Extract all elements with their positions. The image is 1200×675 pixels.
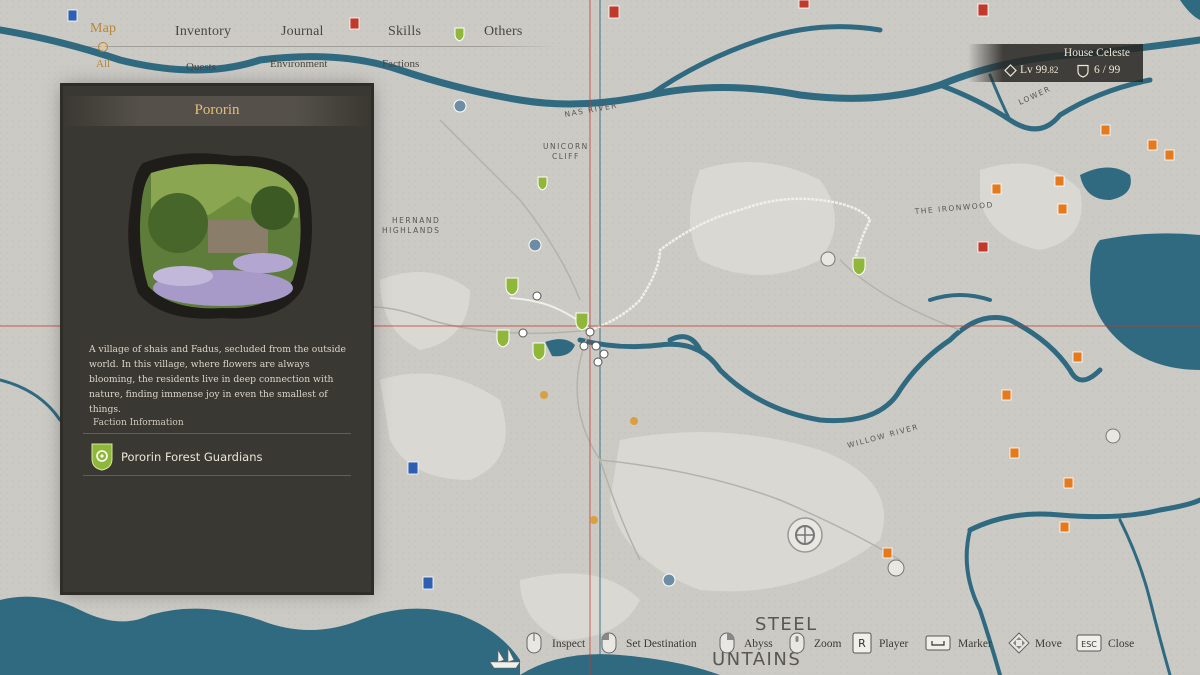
control-hints: Inspect Set Destination Abyss Zoom R Pla… bbox=[520, 632, 1200, 656]
tab-map[interactable]: Map bbox=[90, 21, 116, 37]
hostile-banner-icon bbox=[977, 241, 989, 253]
location-description: A village of shais and Fadus, secluded f… bbox=[89, 344, 346, 415]
location-info-panel: Pororin A village of shais and Fadus, se… bbox=[63, 86, 371, 592]
level-value: 99 bbox=[1035, 64, 1048, 76]
key-label: ESC bbox=[1081, 640, 1097, 649]
hint-label: Player bbox=[879, 638, 909, 650]
tab-journal[interactable]: Journal bbox=[281, 24, 324, 40]
poi-icon bbox=[662, 573, 676, 587]
hint-label: Abyss bbox=[744, 638, 773, 650]
location-title: Pororin bbox=[194, 102, 240, 118]
poi-icon bbox=[528, 238, 542, 252]
faction-shield-icon[interactable] bbox=[575, 312, 589, 331]
faction-name: Pororin Forest Guardians bbox=[121, 450, 263, 464]
faction-info-label: Faction Information bbox=[93, 418, 184, 428]
poi-icon bbox=[1105, 428, 1121, 444]
poi-icon bbox=[630, 417, 638, 425]
waypoint-icon[interactable] bbox=[787, 517, 823, 553]
mouse-icon bbox=[526, 632, 542, 654]
poi-icon bbox=[453, 99, 467, 113]
hint-label: Zoom bbox=[814, 638, 842, 650]
label-hernand: HERNAND bbox=[392, 216, 440, 225]
shield-icon bbox=[1077, 64, 1089, 78]
enemy-banner-icon bbox=[1164, 149, 1175, 161]
enemy-banner-icon bbox=[1063, 477, 1074, 489]
enemy-banner-icon bbox=[882, 547, 893, 559]
enemy-banner-icon bbox=[1100, 124, 1111, 136]
pororin-shield-icon[interactable] bbox=[505, 277, 519, 296]
faction-shield-icon[interactable] bbox=[532, 342, 546, 361]
poi-icon bbox=[590, 516, 598, 524]
faction-count: 6 / 99 bbox=[1094, 64, 1121, 76]
ally-banner-icon bbox=[422, 576, 434, 590]
dpad-icon bbox=[1008, 632, 1030, 654]
divider bbox=[83, 433, 351, 434]
key-label: R bbox=[858, 637, 866, 650]
tab-skills[interactable]: Skills bbox=[388, 24, 421, 40]
active-tab-indicator bbox=[98, 42, 108, 52]
enemy-banner-icon bbox=[1001, 389, 1012, 401]
level-prefix: Lv bbox=[1020, 64, 1033, 76]
enemy-banner-icon bbox=[1072, 351, 1083, 363]
faction-shield-icon[interactable] bbox=[537, 176, 548, 191]
hint-label: Marker bbox=[958, 638, 992, 650]
faction-emblem-icon bbox=[91, 443, 113, 471]
nav-divider bbox=[40, 46, 560, 47]
hint-label: Close bbox=[1108, 638, 1135, 650]
label-unicorn-cliff-2: CLIFF bbox=[552, 152, 580, 161]
level-icon bbox=[1004, 64, 1017, 77]
enemy-banner-icon bbox=[1009, 447, 1020, 459]
enemy-banner-icon bbox=[991, 183, 1002, 195]
enemy-banner-icon bbox=[1059, 521, 1070, 533]
enemy-banner-icon bbox=[1054, 175, 1065, 187]
faction-shield-icon[interactable] bbox=[496, 329, 510, 348]
faction-shield-icon[interactable] bbox=[852, 257, 866, 276]
poi-icon bbox=[887, 559, 905, 577]
top-navigation: Map Inventory Journal Skills Others All … bbox=[0, 0, 560, 80]
poi-icon bbox=[820, 251, 836, 267]
hint-label: Set Destination bbox=[626, 638, 697, 650]
house-name: House Celeste bbox=[1063, 47, 1130, 59]
subtab-environment[interactable]: Environment bbox=[270, 58, 327, 70]
level-decimal: .82 bbox=[1047, 65, 1059, 75]
hostile-banner-icon bbox=[608, 5, 620, 19]
key-r-icon: R bbox=[852, 632, 872, 654]
hostile-banner-icon bbox=[798, 0, 810, 9]
enemy-banner-icon bbox=[1057, 203, 1068, 215]
hint-label: Inspect bbox=[552, 638, 586, 650]
space-key-icon bbox=[925, 635, 951, 651]
subtab-all[interactable]: All bbox=[96, 58, 110, 70]
subtab-factions[interactable]: Factions bbox=[382, 58, 419, 70]
label-unicorn-cliff: UNICORN bbox=[543, 142, 589, 151]
location-illustration bbox=[128, 153, 312, 319]
subtab-quests[interactable]: Quests bbox=[186, 61, 216, 73]
label-hernand-2: HIGHLANDS bbox=[382, 226, 440, 235]
hostile-banner-icon bbox=[977, 3, 989, 17]
ally-banner-icon bbox=[407, 461, 419, 475]
mouse-right-icon bbox=[719, 632, 735, 654]
tab-inventory[interactable]: Inventory bbox=[175, 24, 231, 40]
mouse-wheel-icon bbox=[789, 632, 805, 654]
esc-key-icon: ESC bbox=[1076, 634, 1102, 652]
mouse-left-icon bbox=[601, 632, 617, 654]
enemy-banner-icon bbox=[1147, 139, 1158, 151]
hint-label: Move bbox=[1035, 638, 1062, 650]
poi-icon bbox=[540, 391, 548, 399]
tab-others[interactable]: Others bbox=[484, 24, 523, 40]
faction-entry[interactable]: Pororin Forest Guardians bbox=[83, 438, 351, 476]
player-level: Lv 99.82 bbox=[1020, 64, 1058, 76]
